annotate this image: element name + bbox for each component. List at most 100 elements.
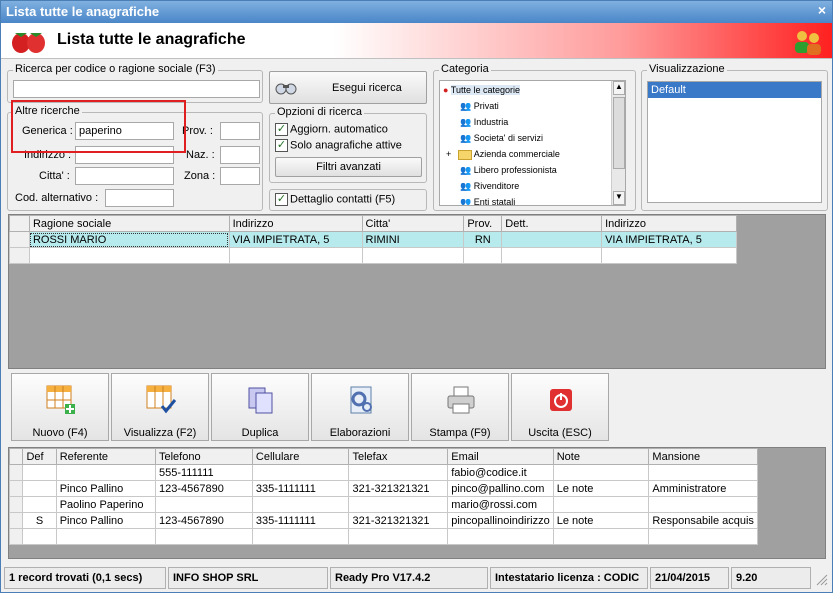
scroll-up-icon[interactable]: ▲: [613, 81, 625, 95]
col-header[interactable]: Indirizzo: [601, 215, 737, 232]
alt-code-input[interactable]: [105, 189, 174, 207]
resize-grip-icon[interactable]: [816, 574, 828, 586]
advanced-filters-button[interactable]: Filtri avanzati: [275, 157, 422, 177]
table-cell[interactable]: [463, 247, 503, 264]
records-grid[interactable]: Ragione sociale Indirizzo Citta' Prov. D…: [8, 214, 826, 369]
table-cell[interactable]: [501, 231, 603, 248]
duplicate-button[interactable]: Duplica: [211, 373, 309, 441]
table-cell[interactable]: VIA IMPIETRATA, 5: [601, 231, 737, 248]
table-row[interactable]: S Pinco Pallino 123-4567890 335-1111111 …: [8, 512, 758, 529]
table-cell[interactable]: 335-1111111: [251, 512, 350, 529]
table-cell[interactable]: [22, 480, 57, 497]
table-cell[interactable]: ROSSI MARIO: [28, 231, 230, 248]
table-cell[interactable]: 123-4567890: [154, 480, 253, 497]
table-cell[interactable]: [28, 247, 230, 264]
table-cell[interactable]: S: [22, 512, 57, 529]
search-button[interactable]: Esegui ricerca: [269, 71, 427, 104]
table-row[interactable]: Paolino Paperino mario@rossi.com: [8, 496, 758, 513]
table-cell[interactable]: 335-1111111: [251, 480, 350, 497]
table-cell[interactable]: [648, 528, 758, 545]
table-cell[interactable]: RN: [463, 231, 503, 248]
category-item-state[interactable]: 👥 Enti statali: [460, 194, 515, 205]
table-cell[interactable]: [648, 464, 758, 481]
category-item-services[interactable]: 👥 Societa' di servizi: [460, 130, 543, 146]
table-cell[interactable]: [22, 528, 57, 545]
auto-update-checkbox[interactable]: ✓ Aggiorn. automatico: [275, 123, 388, 136]
col-header[interactable]: Telefono: [154, 448, 253, 465]
col-header[interactable]: Indirizzo: [228, 215, 363, 232]
print-button[interactable]: Stampa (F9): [411, 373, 509, 441]
table-cell[interactable]: 321-321321321: [348, 480, 449, 497]
table-cell[interactable]: Amministratore: [648, 480, 758, 497]
table-cell[interactable]: 555-111111: [154, 464, 253, 481]
table-cell[interactable]: [251, 464, 350, 481]
table-cell[interactable]: [228, 247, 363, 264]
table-cell[interactable]: [22, 464, 57, 481]
table-cell[interactable]: [361, 247, 465, 264]
col-header[interactable]: Dett.: [501, 215, 603, 232]
nation-input[interactable]: [220, 146, 260, 164]
col-header[interactable]: Cellulare: [251, 448, 350, 465]
table-cell[interactable]: pincopallinoindirizzo: [447, 512, 554, 529]
table-cell[interactable]: [251, 528, 350, 545]
col-header[interactable]: Telefax: [348, 448, 449, 465]
table-cell[interactable]: Pinco Pallino: [55, 512, 156, 529]
processing-button[interactable]: Elaborazioni: [311, 373, 409, 441]
col-header[interactable]: Ragione sociale: [28, 215, 230, 232]
table-cell[interactable]: 123-4567890: [154, 512, 253, 529]
search-input[interactable]: [13, 80, 260, 98]
view-button[interactable]: Visualizza (F2): [111, 373, 209, 441]
table-row[interactable]: [8, 528, 758, 545]
table-cell[interactable]: [251, 496, 350, 513]
category-item-private[interactable]: 👥 Privati: [460, 98, 499, 114]
category-item-industry[interactable]: 👥 Industria: [460, 114, 508, 130]
table-cell[interactable]: VIA IMPIETRATA, 5: [228, 231, 363, 248]
table-cell[interactable]: Paolino Paperino: [55, 496, 156, 513]
exit-button[interactable]: Uscita (ESC): [511, 373, 609, 441]
category-scrollbar[interactable]: ▲ ▼: [611, 81, 625, 205]
table-cell[interactable]: pinco@pallino.com: [447, 480, 554, 497]
table-cell[interactable]: [55, 528, 156, 545]
col-header[interactable]: Def: [22, 448, 57, 465]
table-cell[interactable]: [501, 247, 603, 264]
city-input[interactable]: [75, 167, 174, 185]
table-cell[interactable]: [22, 496, 57, 513]
table-cell[interactable]: [55, 464, 156, 481]
table-row[interactable]: [9, 247, 737, 264]
zone-input[interactable]: [220, 167, 260, 185]
table-cell[interactable]: RIMINI: [361, 231, 465, 248]
table-row[interactable]: 555-111111 fabio@codice.it: [8, 464, 758, 481]
view-list[interactable]: Default: [647, 81, 822, 203]
category-item-freelance[interactable]: 👥 Libero professionista: [460, 162, 557, 178]
table-cell[interactable]: [552, 528, 650, 545]
contacts-grid[interactable]: Def Referente Telefono Cellulare Telefax…: [8, 447, 826, 559]
category-item-commercial[interactable]: + Azienda commerciale: [446, 146, 560, 162]
table-cell[interactable]: [348, 464, 449, 481]
address-input[interactable]: [75, 146, 174, 164]
table-cell[interactable]: [348, 496, 449, 513]
category-tree[interactable]: ● Tutte le categorie 👥 Privati 👥 Industr…: [439, 80, 626, 206]
table-cell[interactable]: Le note: [552, 512, 650, 529]
contact-detail-checkbox[interactable]: ✓ Dettaglio contatti (F5): [275, 193, 395, 206]
category-item-all[interactable]: ● Tutte le categorie: [443, 82, 520, 98]
table-cell[interactable]: Responsabile acquis: [648, 512, 758, 529]
table-row[interactable]: ROSSI MARIO VIA IMPIETRATA, 5 RIMINI RN …: [9, 231, 737, 248]
col-header[interactable]: Referente: [55, 448, 156, 465]
table-row[interactable]: Pinco Pallino 123-4567890 335-1111111 32…: [8, 480, 758, 497]
col-header[interactable]: Email: [447, 448, 554, 465]
province-input[interactable]: [220, 122, 260, 140]
table-cell[interactable]: [601, 247, 737, 264]
table-cell[interactable]: 321-321321321: [348, 512, 449, 529]
table-cell[interactable]: fabio@codice.it: [447, 464, 554, 481]
new-button[interactable]: Nuovo (F4): [11, 373, 109, 441]
scroll-thumb[interactable]: [613, 97, 625, 169]
table-cell[interactable]: Pinco Pallino: [55, 480, 156, 497]
generic-input[interactable]: [75, 122, 174, 140]
table-cell[interactable]: [648, 496, 758, 513]
expand-icon[interactable]: +: [446, 149, 451, 159]
close-icon[interactable]: ×: [818, 2, 826, 18]
table-cell[interactable]: [552, 496, 650, 513]
table-cell[interactable]: [348, 528, 449, 545]
col-header[interactable]: Prov.: [463, 215, 503, 232]
active-only-checkbox[interactable]: ✓ Solo anagrafiche attive: [275, 139, 402, 152]
